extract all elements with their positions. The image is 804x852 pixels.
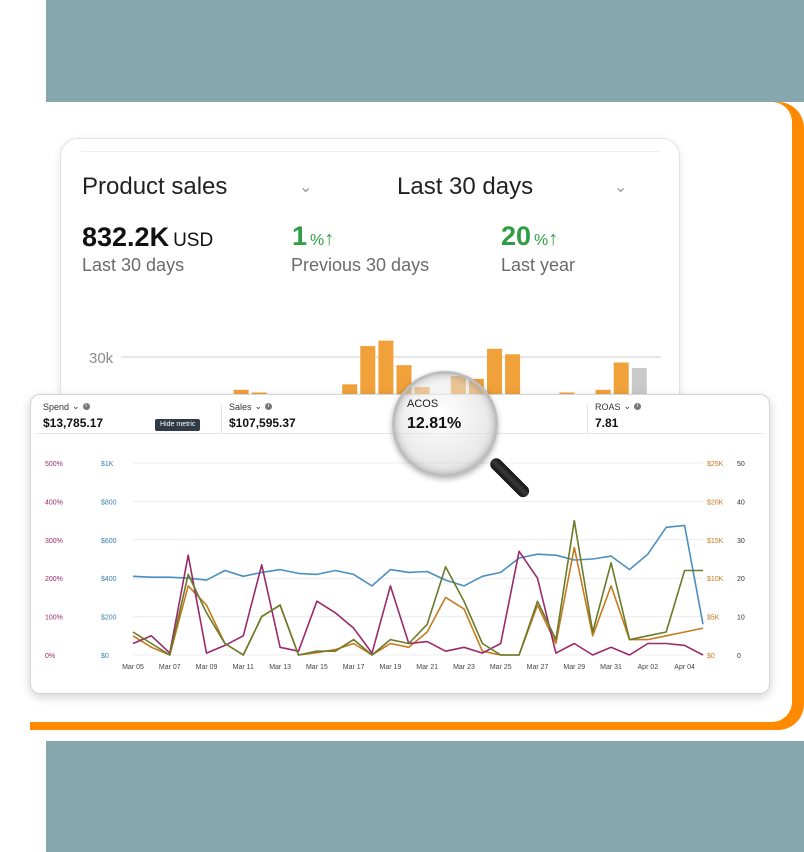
y-tick-label: 200%	[45, 576, 63, 583]
series-line-sales	[132, 546, 704, 656]
x-tick-label: Mar 05	[122, 664, 144, 671]
series-line-roas	[132, 519, 703, 656]
x-tick-label: Mar 07	[159, 664, 181, 671]
y-tick-label: $10K	[707, 576, 724, 583]
y-tick-label: 500%	[45, 461, 63, 468]
y-tick-label: $25K	[707, 461, 724, 468]
y-tick-label: 100%	[45, 615, 63, 622]
product-sales-card: Product sales ⌄ Last 30 days ⌄ 832.2K USD…	[60, 138, 680, 428]
x-tick-label: Mar 15	[306, 664, 328, 671]
y-tick-label: $0	[707, 653, 715, 660]
x-tick-label: Mar 27	[527, 664, 549, 671]
y-tick-label: 40	[737, 499, 745, 506]
y-tick-label: 50	[737, 461, 745, 468]
y-tick-label: 30k	[89, 350, 114, 367]
y-tick-label: $5K	[707, 615, 720, 622]
x-tick-label: Apr 02	[638, 664, 659, 671]
y-tick-label: 10	[737, 615, 745, 622]
acos-metric-value: 12.81%	[407, 415, 462, 432]
x-tick-label: Mar 13	[269, 664, 291, 671]
y-tick-label: 0	[737, 653, 741, 660]
x-tick-label: Mar 17	[343, 664, 365, 671]
y-tick-label: 0%	[45, 653, 55, 660]
y-tick-label: 30	[737, 538, 745, 545]
x-tick-label: Mar 31	[600, 664, 622, 671]
x-tick-label: Mar 23	[453, 664, 475, 671]
x-tick-label: Mar 25	[490, 664, 512, 671]
y-tick-label: 20	[737, 576, 745, 583]
x-tick-label: Mar 11	[233, 664, 254, 671]
background-bottom-band	[46, 741, 804, 852]
y-tick-label: $600	[101, 538, 117, 545]
y-tick-label: $400	[101, 576, 117, 583]
y-tick-label: $800	[101, 499, 117, 506]
y-tick-label: $200	[101, 615, 117, 622]
sales-bar-chart: 30k	[89, 340, 661, 427]
y-tick-label: 400%	[45, 499, 63, 506]
x-tick-label: Mar 21	[416, 664, 438, 671]
acos-metric-label: ACOS	[407, 398, 439, 410]
x-tick-label: Mar 19	[380, 664, 402, 671]
x-tick-label: Apr 04	[674, 664, 695, 671]
y-tick-label: $20K	[707, 499, 724, 506]
background-top-band	[46, 0, 804, 102]
y-tick-label: $1K	[101, 461, 114, 468]
y-tick-label: $15K	[707, 538, 724, 545]
y-tick-label: 300%	[45, 538, 63, 545]
stage: Product sales ⌄ Last 30 days ⌄ 832.2K USD…	[0, 0, 804, 852]
x-tick-label: Mar 29	[563, 664, 585, 671]
x-tick-label: Mar 09	[196, 664, 218, 671]
y-tick-label: $0	[101, 653, 109, 660]
